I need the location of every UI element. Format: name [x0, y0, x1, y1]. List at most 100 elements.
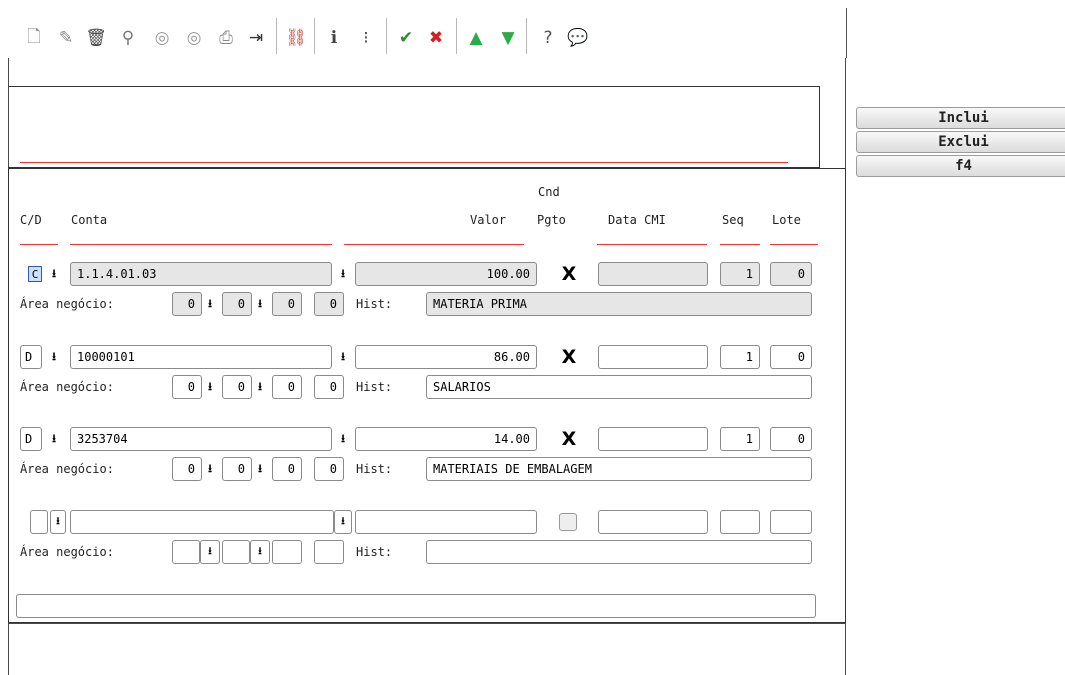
list-icon[interactable]: ⁝	[354, 26, 378, 50]
new-icon[interactable]: 🗋	[22, 26, 46, 50]
header-underline-valor	[344, 244, 524, 245]
area-field-1[interactable]	[172, 540, 200, 564]
hist-field[interactable]: MATERIA PRIMA	[426, 292, 812, 316]
area-field-4[interactable]: 0	[314, 292, 344, 316]
header-lote: Lote	[772, 213, 801, 227]
hist-label: Hist:	[356, 462, 393, 476]
lote-field[interactable]: 0	[770, 345, 812, 369]
header-underline-lote	[770, 244, 818, 245]
area-dropdown-icon[interactable]: ⭳	[204, 297, 216, 311]
header-underline-data-cmi	[597, 244, 707, 245]
area-field-4[interactable]: 0	[314, 375, 344, 399]
area-field-1[interactable]: 0	[172, 375, 202, 399]
data-cmi-field[interactable]	[598, 345, 708, 369]
lote-field[interactable]: 0	[770, 262, 812, 286]
search-icon[interactable]: ⚲	[116, 26, 140, 50]
conta-dropdown-icon[interactable]: ⭳	[337, 432, 349, 446]
valor-field[interactable]: 14.00	[355, 427, 537, 451]
print-icon[interactable]: ⎙	[214, 26, 238, 50]
prev-icon[interactable]: ◎	[150, 26, 174, 50]
area-dropdown-icon[interactable]: ⭳	[204, 462, 216, 476]
conta-dropdown-icon[interactable]: ⭳	[337, 267, 349, 281]
cd-dropdown-icon[interactable]: ⭳	[48, 350, 60, 364]
cd-field[interactable]: D	[20, 427, 42, 451]
area-field-3[interactable]: 0	[272, 375, 302, 399]
pgto-checkbox[interactable]	[559, 513, 577, 531]
lote-field[interactable]	[770, 510, 812, 534]
area-field-2[interactable]: 0	[222, 375, 252, 399]
seq-field[interactable]: 1	[720, 427, 760, 451]
area-negocio-label: Área negócio:	[20, 462, 114, 476]
confirm-icon[interactable]: ✔	[394, 26, 418, 50]
binoculars-icon[interactable]: ⛓	[284, 26, 308, 50]
area-dropdown-icon[interactable]: ⭳	[254, 462, 266, 476]
area-negocio-label: Área negócio:	[20, 380, 114, 394]
info-icon[interactable]: ℹ	[322, 26, 346, 50]
detail-bottom	[8, 623, 846, 624]
area-field-2[interactable]: 0	[222, 457, 252, 481]
data-cmi-field[interactable]	[598, 262, 708, 286]
seq-field[interactable]: 1	[720, 262, 760, 286]
area-field-4[interactable]: 0	[314, 457, 344, 481]
hist-field[interactable]: MATERIAIS DE EMBALAGEM	[426, 457, 812, 481]
area-field-1[interactable]: 0	[172, 457, 202, 481]
header-valor: Valor	[470, 213, 507, 227]
cd-field[interactable]: C	[28, 266, 42, 282]
cd-dropdown-icon[interactable]: ⭳	[48, 432, 60, 446]
cd-dropdown-icon[interactable]: ⭳	[50, 510, 66, 534]
hist-field[interactable]: SALARIOS	[426, 375, 812, 399]
cancel-icon[interactable]: ✖	[424, 26, 448, 50]
area-field-3[interactable]: 0	[272, 292, 302, 316]
seq-field[interactable]	[720, 510, 760, 534]
up-icon[interactable]: ▲	[464, 26, 488, 50]
status-field[interactable]	[16, 594, 816, 618]
edit-icon[interactable]: ✎	[54, 26, 78, 50]
comment-icon[interactable]: 💬	[566, 26, 590, 50]
delete-icon[interactable]: 🗑	[84, 26, 108, 50]
header-cnd: Cnd	[538, 185, 560, 199]
exit-icon[interactable]: ⇥	[244, 26, 268, 50]
pgto-checkbox[interactable]: X	[559, 263, 579, 285]
area-field-3[interactable]	[272, 540, 302, 564]
data-cmi-field[interactable]	[598, 510, 708, 534]
data-cmi-field[interactable]	[598, 427, 708, 451]
pgto-checkbox[interactable]: X	[559, 428, 579, 450]
exclui-button[interactable]: Exclui	[856, 131, 1065, 153]
f4-button[interactable]: f4	[856, 155, 1065, 177]
area-field-4[interactable]	[314, 540, 344, 564]
next-icon[interactable]: ◎	[182, 26, 206, 50]
area-negocio-label: Área negócio:	[20, 545, 114, 559]
cd-field[interactable]	[30, 510, 48, 534]
conta-field[interactable]: 1.1.4.01.03	[70, 262, 332, 286]
area-dropdown-icon[interactable]: ⭳	[254, 380, 266, 394]
conta-dropdown-icon[interactable]: ⭳	[337, 350, 349, 364]
cd-dropdown-icon[interactable]: ⭳	[48, 267, 60, 281]
area-dropdown-icon[interactable]: ⭳	[200, 540, 220, 564]
down-icon[interactable]: ▼	[496, 26, 520, 50]
header-underline-conta	[70, 244, 332, 245]
area-field-1[interactable]: 0	[172, 292, 202, 316]
area-dropdown-icon[interactable]: ⭳	[250, 540, 270, 564]
valor-field[interactable]	[355, 510, 537, 534]
conta-dropdown-icon[interactable]: ⭳	[334, 510, 352, 534]
area-dropdown-icon[interactable]: ⭳	[204, 380, 216, 394]
area-field-2[interactable]: 0	[222, 292, 252, 316]
pgto-checkbox[interactable]: X	[559, 346, 579, 368]
header-seq: Seq	[722, 213, 744, 227]
header-pgto: Pgto	[537, 213, 566, 227]
conta-field[interactable]	[70, 510, 334, 534]
conta-field[interactable]: 10000101	[70, 345, 332, 369]
inclui-button[interactable]: Inclui	[856, 107, 1065, 129]
cd-field[interactable]: D	[20, 345, 42, 369]
area-field-3[interactable]: 0	[272, 457, 302, 481]
area-field-2[interactable]	[222, 540, 250, 564]
hist-field[interactable]	[426, 540, 812, 564]
conta-field[interactable]: 3253704	[70, 427, 332, 451]
header-underline-seq	[720, 244, 760, 245]
valor-field[interactable]: 100.00	[355, 262, 537, 286]
area-dropdown-icon[interactable]: ⭳	[254, 297, 266, 311]
valor-field[interactable]: 86.00	[355, 345, 537, 369]
seq-field[interactable]: 1	[720, 345, 760, 369]
lote-field[interactable]: 0	[770, 427, 812, 451]
help-icon[interactable]: ?	[536, 26, 560, 50]
